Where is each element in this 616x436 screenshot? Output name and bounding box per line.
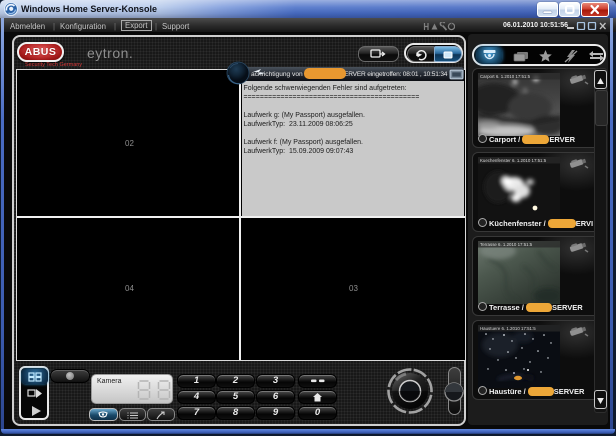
- svg-text:Carport 6. 1.2010 17:51:5: Carport 6. 1.2010 17:51:5: [480, 74, 531, 79]
- svg-text:Terrasse 6. 1.2010 17:51:5: Terrasse 6. 1.2010 17:51:5: [480, 242, 533, 247]
- svg-text:Kuechenfenster 6. 1.2010 17:: Kuechenfenster 6. 1.2010 17:51:5: [480, 158, 547, 163]
- svg-text:Haustuere 6. 1.2010 17:51:5: Haustuere 6. 1.2010 17:51:5: [480, 326, 536, 331]
